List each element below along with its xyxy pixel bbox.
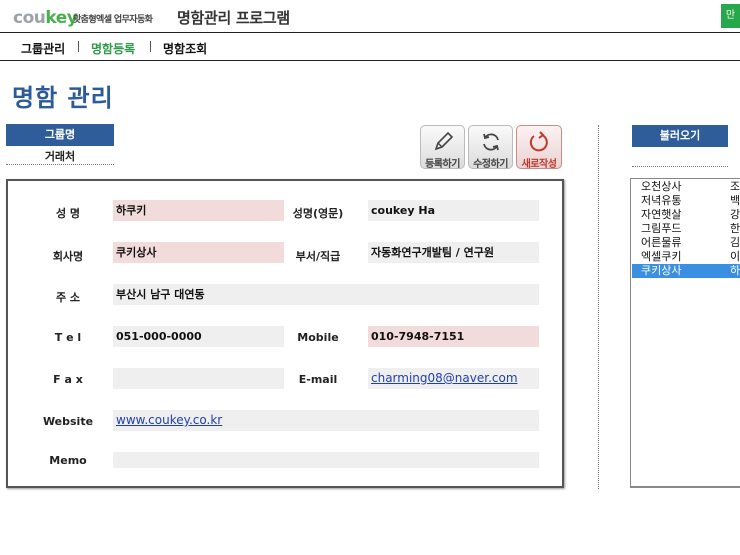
nav-card-register[interactable]: 명함등록 bbox=[91, 40, 135, 57]
list-item-company: 어른물류 bbox=[641, 236, 682, 249]
reset-icon bbox=[529, 131, 548, 152]
list-item-company: 그림푸드 bbox=[641, 222, 682, 235]
list-item-company: 저녁유통 bbox=[641, 194, 682, 207]
group-header: 그룹명 bbox=[6, 124, 114, 146]
name-label: 성 명 bbox=[55, 207, 81, 220]
list-item-company: 엑셀쿠키 bbox=[641, 250, 682, 263]
website-field[interactable]: www.coukey.co.kr bbox=[113, 410, 539, 431]
section-divider bbox=[598, 125, 599, 489]
fax-label: F a x bbox=[53, 373, 83, 386]
load-button[interactable]: 불러오기 bbox=[632, 125, 728, 147]
list-item-company: 자연햇살 bbox=[641, 208, 682, 221]
brand-logo: coukey bbox=[13, 8, 78, 28]
email-field[interactable]: charming08@naver.com bbox=[368, 368, 539, 389]
nav-divider bbox=[0, 60, 740, 61]
nav-card-search[interactable]: 명함조회 bbox=[163, 40, 207, 57]
mobile-field[interactable]: 010-7948-7151 bbox=[368, 326, 539, 347]
register-button[interactable]: 등록하기 bbox=[420, 125, 465, 170]
edit-label: 수정하기 bbox=[473, 159, 508, 170]
list-item[interactable]: 오천상사 조 bbox=[632, 180, 740, 194]
list-item-company: 쿠키상사 bbox=[641, 264, 682, 277]
name-field[interactable]: 하쿠키 bbox=[113, 200, 284, 221]
website-link[interactable]: www.coukey.co.kr bbox=[116, 413, 222, 427]
list-item-name: 이 bbox=[730, 250, 740, 263]
refresh-icon bbox=[482, 133, 499, 151]
company-field[interactable]: 쿠키상사 bbox=[113, 242, 284, 263]
list-item-name: 백 bbox=[730, 194, 740, 207]
list-item[interactable]: 엑셀쿠키 이 bbox=[632, 250, 740, 264]
list-item[interactable]: 그림푸드 한 bbox=[632, 222, 740, 236]
list-item-company: 오천상사 bbox=[641, 180, 682, 193]
name-en-field[interactable]: coukey Ha bbox=[368, 200, 539, 221]
company-label: 회사명 bbox=[52, 250, 84, 263]
tel-field[interactable]: 051-000-0000 bbox=[113, 326, 284, 347]
address-label: 주 소 bbox=[55, 291, 81, 304]
list-item-name: 하 bbox=[730, 264, 740, 277]
list-item-name: 한 bbox=[730, 222, 740, 235]
name-en-label: 성명(영문) bbox=[292, 207, 344, 220]
corner-button[interactable]: 만 bbox=[721, 4, 740, 28]
load-underline bbox=[632, 166, 728, 167]
mobile-label: Mobile bbox=[297, 331, 339, 344]
new-label: 새로작성 bbox=[521, 159, 557, 170]
list-item-name: 강 bbox=[730, 208, 740, 221]
app-title: 명함관리 프로그램 bbox=[177, 9, 290, 27]
memo-label: Memo bbox=[49, 454, 87, 467]
email-label: E-mail bbox=[298, 373, 338, 386]
email-link[interactable]: charming08@naver.com bbox=[371, 371, 518, 385]
list-item-name: 김 bbox=[730, 236, 740, 249]
list-item[interactable]: 자연햇살 강 bbox=[632, 208, 740, 222]
new-button[interactable]: 새로작성 bbox=[516, 125, 562, 170]
page-title: 명함 관리 bbox=[12, 84, 114, 112]
brand-tagline: 맞춤형엑셀 업무자동화 bbox=[73, 15, 153, 25]
list-item[interactable]: 저녁유통 백 bbox=[632, 194, 740, 208]
nav-group-manage[interactable]: 그룹관리 bbox=[21, 40, 65, 57]
nav-separator bbox=[150, 41, 151, 52]
nav-separator bbox=[78, 41, 79, 52]
dept-label: 부서/직급 bbox=[295, 250, 341, 263]
fax-field[interactable] bbox=[113, 368, 284, 389]
tel-label: T e l bbox=[54, 331, 82, 344]
list-item[interactable]: 어른물류 김 bbox=[632, 236, 740, 250]
website-label: Website bbox=[42, 415, 94, 428]
memo-field[interactable] bbox=[113, 452, 539, 468]
list-item[interactable]: 쿠키상사 하 bbox=[632, 264, 740, 278]
edit-button[interactable]: 수정하기 bbox=[468, 125, 513, 170]
list-item-name: 조 bbox=[730, 180, 740, 193]
dept-field[interactable]: 자동화연구개발팀 / 연구원 bbox=[368, 242, 539, 263]
address-field[interactable]: 부산시 남구 대연동 bbox=[113, 284, 539, 305]
group-select[interactable]: 거래처 bbox=[6, 148, 114, 165]
header-divider bbox=[0, 32, 740, 33]
pencil-icon bbox=[434, 131, 453, 151]
brand-prefix: cou bbox=[13, 8, 46, 28]
register-label: 등록하기 bbox=[425, 159, 460, 170]
